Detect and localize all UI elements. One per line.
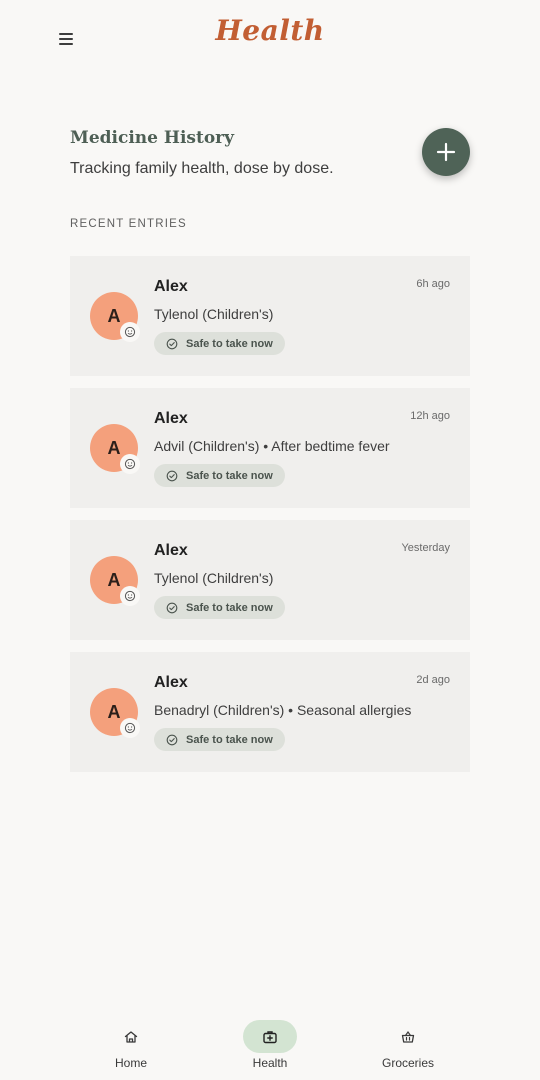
entry-time: 12h ago <box>410 410 450 422</box>
entry-name: Alex <box>154 674 188 691</box>
nav-label: Groceries <box>381 1056 434 1070</box>
entry-description: Benadryl (Children's) • Seasonal allergi… <box>154 702 412 718</box>
nav-item-home[interactable]: Home <box>81 1020 181 1070</box>
nav-item-groceries[interactable]: Groceries <box>358 1020 458 1070</box>
check-circle-icon <box>166 470 178 481</box>
list-item[interactable]: A Alex Yesterday Tylenol (Children's) Sa… <box>70 520 470 640</box>
list-item[interactable]: A Alex 2d ago Benadryl (Children's) • Se… <box>70 652 470 772</box>
check-circle-icon <box>166 602 178 613</box>
smile-icon <box>120 322 140 342</box>
smile-icon <box>120 454 140 474</box>
nav-item-health[interactable]: Health <box>220 1020 320 1070</box>
basket-icon <box>381 1020 435 1053</box>
smile-icon <box>120 586 140 606</box>
list-item[interactable]: A Alex 6h ago Tylenol (Children's) Safe … <box>70 256 470 376</box>
avatar-initial: A <box>107 437 121 458</box>
entry-description: Advil (Children's) • After bedtime fever <box>154 438 390 454</box>
status-badge: Safe to take now <box>154 596 285 619</box>
plus-icon <box>436 142 456 162</box>
status-text: Safe to take now <box>186 733 273 746</box>
check-circle-icon <box>166 338 178 349</box>
bottom-nav: Home Health Groceries <box>0 1010 540 1080</box>
app-logo: Health <box>215 14 325 47</box>
page-title: Medicine History <box>70 128 234 148</box>
section-label: RECENT ENTRIES <box>70 218 187 230</box>
nav-label: Health <box>252 1056 288 1070</box>
list-item[interactable]: A Alex 12h ago Advil (Children's) • Afte… <box>70 388 470 508</box>
entry-description: Tylenol (Children's) <box>154 570 274 586</box>
status-text: Safe to take now <box>186 337 273 350</box>
status-text: Safe to take now <box>186 601 273 614</box>
medical-kit-icon <box>243 1020 297 1053</box>
status-badge: Safe to take now <box>154 464 285 487</box>
status-text: Safe to take now <box>186 469 273 482</box>
nav-label: Home <box>114 1056 147 1070</box>
entry-description: Tylenol (Children's) <box>154 306 274 322</box>
check-circle-icon <box>166 734 178 745</box>
status-badge: Safe to take now <box>154 332 285 355</box>
entry-name: Alex <box>154 410 188 427</box>
top-bar: Health <box>0 0 540 78</box>
avatar-initial: A <box>107 305 121 326</box>
entry-time: Yesterday <box>401 542 450 554</box>
home-icon <box>104 1020 158 1053</box>
smile-icon <box>120 718 140 738</box>
page-subtitle: Tracking family health, dose by dose. <box>70 160 334 177</box>
entry-time: 2d ago <box>416 674 450 686</box>
page-header: Medicine History Tracking family health,… <box>70 128 470 178</box>
entries-list: A Alex 6h ago Tylenol (Children's) Safe … <box>70 256 470 784</box>
status-badge: Safe to take now <box>154 728 285 751</box>
avatar-initial: A <box>107 569 121 590</box>
entry-name: Alex <box>154 542 188 559</box>
add-entry-button[interactable] <box>422 128 470 176</box>
avatar-initial: A <box>107 701 121 722</box>
entry-time: 6h ago <box>416 278 450 290</box>
entry-name: Alex <box>154 278 188 295</box>
